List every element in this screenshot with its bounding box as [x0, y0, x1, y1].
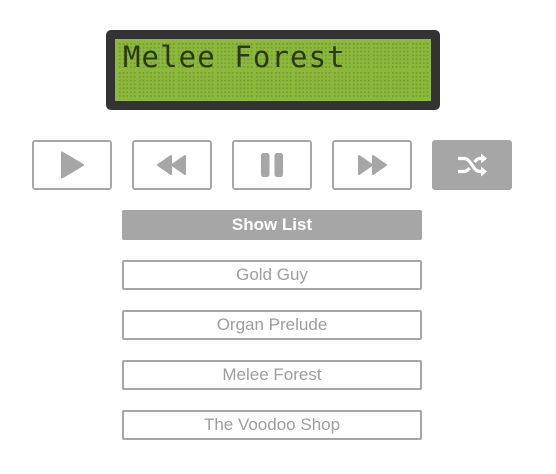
fast-forward-icon: [358, 155, 387, 175]
rewind-icon: [157, 155, 186, 175]
lcd-character-cell: [118, 71, 137, 98]
lcd-character-cell: [371, 71, 390, 98]
lcd-character-cell: [371, 42, 390, 69]
lcd-character-cell: [157, 71, 176, 98]
lcd-character-cell: [410, 42, 429, 69]
lcd-character-cell: [313, 71, 332, 98]
play-icon: [61, 151, 84, 179]
lcd-character-cell: [176, 71, 195, 98]
fast-forward-button[interactable]: [332, 140, 412, 190]
track-item-gold-guy[interactable]: Gold Guy: [122, 260, 422, 290]
pause-icon: [261, 153, 283, 177]
shuffle-button[interactable]: [432, 140, 512, 190]
lcd-character-cell: [352, 42, 371, 69]
track-item-organ-prelude[interactable]: Organ Prelude: [122, 310, 422, 340]
lcd-line-1: Melee Forest: [123, 40, 346, 74]
lcd-character-cell: [352, 71, 371, 98]
lcd-character-cell: [293, 71, 312, 98]
track-item-the-voodoo-shop[interactable]: The Voodoo Shop: [122, 410, 422, 440]
lcd-character-cell: [391, 42, 410, 69]
play-button[interactable]: [32, 140, 112, 190]
lcd-screen: Melee Forest: [115, 39, 431, 101]
lcd-character-cell: [137, 71, 156, 98]
lcd-character-cell: [391, 71, 410, 98]
rewind-button[interactable]: [132, 140, 212, 190]
lcd-character-cell: [410, 71, 429, 98]
lcd-display: Melee Forest: [106, 30, 440, 110]
lcd-character-cell: [274, 71, 293, 98]
lcd-character-cell: [332, 71, 351, 98]
pause-button[interactable]: [232, 140, 312, 190]
lcd-character-cell: [254, 71, 273, 98]
lcd-character-cell: [215, 71, 234, 98]
lcd-character-cell: [196, 71, 215, 98]
shuffle-icon: [458, 153, 487, 177]
lcd-character-cell: [235, 71, 254, 98]
show-list-button[interactable]: Show List: [122, 210, 422, 240]
track-item-melee-forest[interactable]: Melee Forest: [122, 360, 422, 390]
